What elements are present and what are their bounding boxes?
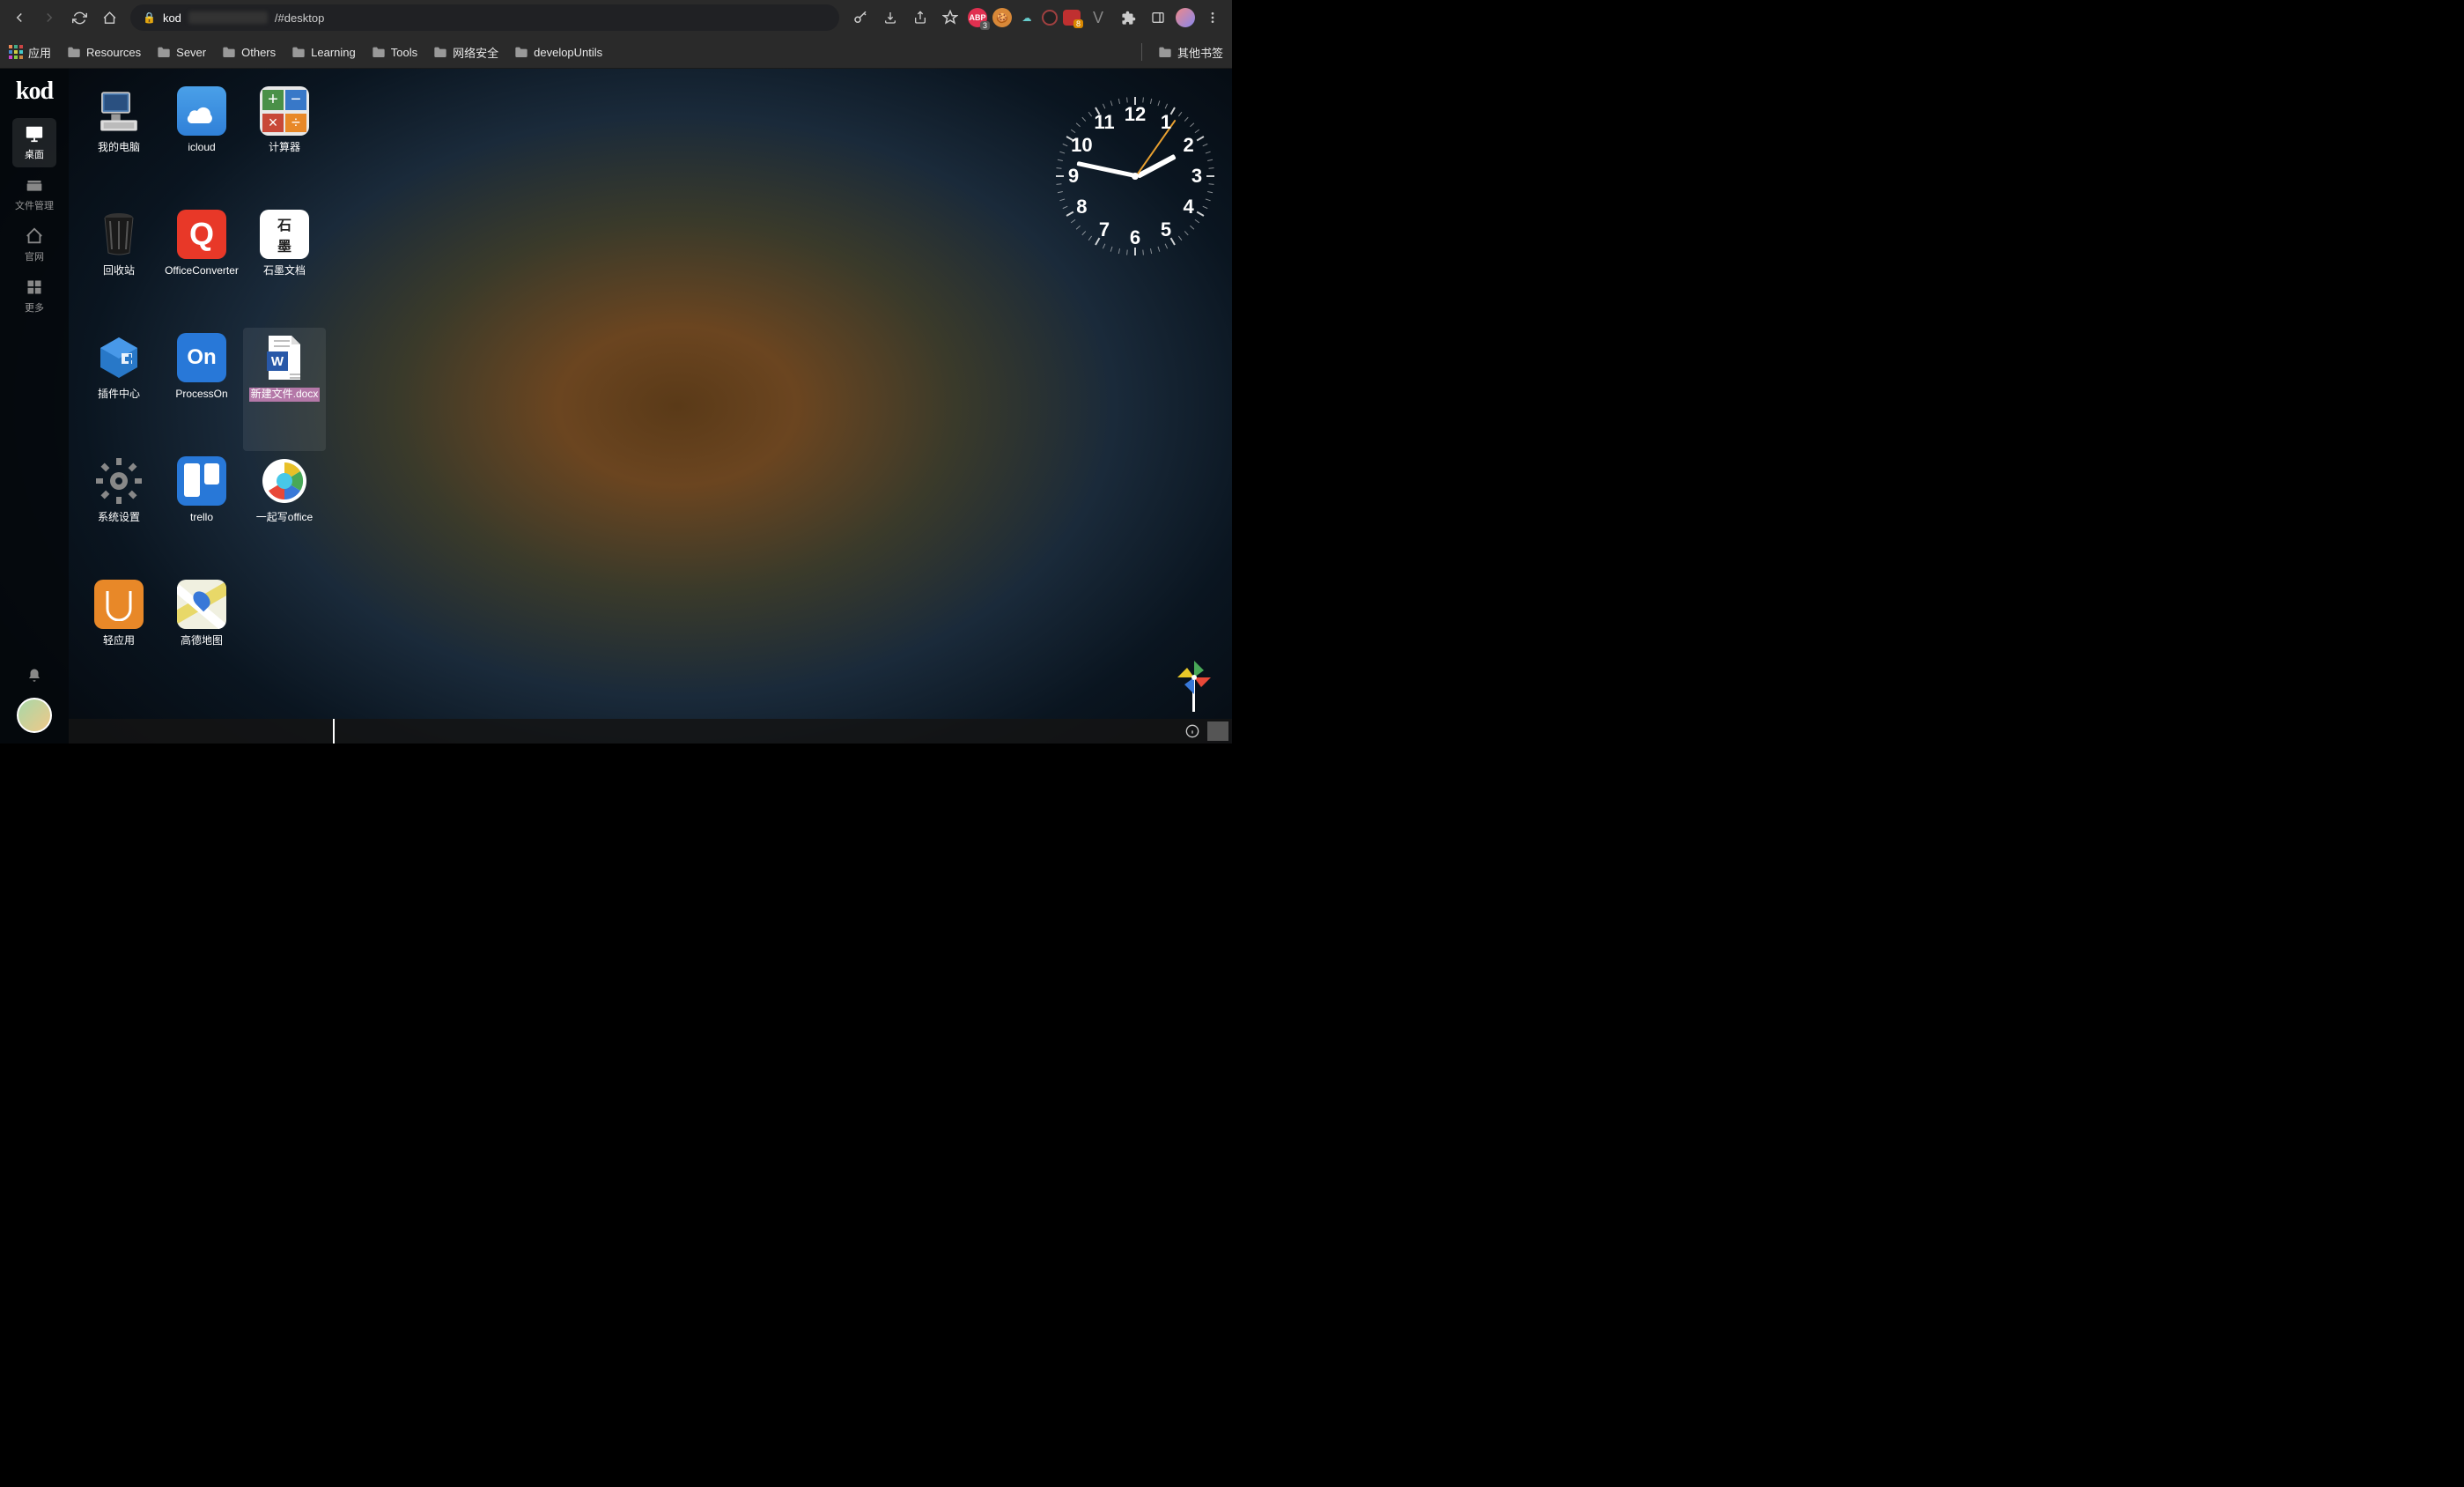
install-icon[interactable] [878, 5, 903, 30]
address-bar[interactable]: 🔒 kod /#desktop [130, 4, 839, 31]
kod-logo[interactable]: kod [16, 78, 53, 106]
icon-shimo[interactable]: 石墨石墨文档 [243, 204, 326, 328]
minute-hand [1077, 161, 1139, 178]
ext-abp[interactable]: ABP3 [968, 8, 987, 27]
url-path: /#desktop [275, 11, 324, 25]
sidebar-more[interactable]: 更多 [12, 271, 56, 321]
user-avatar[interactable] [17, 698, 52, 733]
icon-new-docx[interactable]: W新建文件.docx [243, 328, 326, 451]
ext-cookie[interactable]: 🍪 [992, 8, 1012, 27]
bm-tools[interactable]: Tools [372, 46, 417, 59]
menu-icon[interactable] [1200, 5, 1225, 30]
forward-button[interactable] [37, 5, 62, 30]
desktop-area[interactable]: kod 桌面 文件管理 官网 更多 我的电脑 icloud +−×÷计算器 回收… [0, 69, 1232, 744]
home-button[interactable] [97, 5, 122, 30]
sidebar-desktop[interactable]: 桌面 [12, 118, 56, 167]
desktop-taskbar [69, 719, 1232, 744]
icon-plugin-center[interactable]: 插件中心 [77, 328, 160, 451]
icon-my-computer[interactable]: 我的电脑 [77, 81, 160, 204]
ext-circle[interactable] [1042, 10, 1058, 26]
folder-stack-icon [25, 175, 44, 195]
icon-amap[interactable]: 高德地图 [160, 574, 243, 698]
bm-learning[interactable]: Learning [291, 46, 356, 59]
reload-button[interactable] [67, 5, 92, 30]
icon-lightapp[interactable]: 轻应用 [77, 574, 160, 698]
analog-clock-widget[interactable]: 121234567891011 [1056, 97, 1214, 255]
icon-office-converter[interactable]: QOfficeConverter [160, 204, 243, 328]
other-bookmarks[interactable]: 其他书签 [1158, 44, 1223, 61]
grid-icon [25, 277, 44, 297]
bm-develop[interactable]: developUntils [514, 46, 602, 59]
bookmarks-bar: 应用 Resources Sever Others Learning Tools… [0, 35, 1232, 69]
app-sidebar: kod 桌面 文件管理 官网 更多 [0, 69, 69, 744]
browser-chrome: 🔒 kod /#desktop ABP3 🍪 ☁ 8 V 应用 Resource… [0, 0, 1232, 69]
clock-center [1132, 173, 1139, 180]
sidebar-files[interactable]: 文件管理 [12, 169, 56, 218]
url-blurred [188, 11, 268, 24]
pinwheel-decoration[interactable] [1174, 657, 1214, 712]
monitor-icon [25, 124, 44, 144]
desktop-icons-grid: 我的电脑 icloud +−×÷计算器 回收站 QOfficeConverter… [77, 81, 326, 698]
profile-avatar[interactable] [1176, 8, 1195, 27]
star-icon[interactable] [938, 5, 963, 30]
svg-text:W: W [271, 354, 284, 369]
bm-resources[interactable]: Resources [67, 46, 141, 59]
icon-yiqixie[interactable]: 一起写office [243, 451, 326, 574]
apps-grid-icon [9, 45, 23, 59]
icon-calculator[interactable]: +−×÷计算器 [243, 81, 326, 204]
bm-others[interactable]: Others [222, 46, 276, 59]
info-icon[interactable] [1181, 721, 1204, 741]
icon-processon[interactable]: OnProcessOn [160, 328, 243, 451]
icon-recycle-bin[interactable]: 回收站 [77, 204, 160, 328]
ext-cloud[interactable]: ☁ [1017, 8, 1037, 27]
lock-icon: 🔒 [143, 11, 156, 24]
extensions-icon[interactable] [1116, 5, 1140, 30]
back-button[interactable] [7, 5, 32, 30]
icon-icloud[interactable]: icloud [160, 81, 243, 204]
notifications-icon[interactable] [26, 668, 42, 684]
bm-security[interactable]: 网络安全 [433, 44, 498, 61]
apps-shortcut[interactable]: 应用 [9, 44, 51, 61]
home-icon [25, 226, 44, 246]
taskbar-separator [333, 719, 335, 744]
icon-settings[interactable]: 系统设置 [77, 451, 160, 574]
icon-trello[interactable]: trello [160, 451, 243, 574]
sidepanel-icon[interactable] [1146, 5, 1170, 30]
show-desktop[interactable] [1207, 721, 1228, 741]
ext-red[interactable]: 8 [1063, 10, 1081, 26]
key-icon[interactable] [848, 5, 873, 30]
bm-sever[interactable]: Sever [157, 46, 206, 59]
browser-toolbar: 🔒 kod /#desktop ABP3 🍪 ☁ 8 V [0, 0, 1232, 35]
share-icon[interactable] [908, 5, 933, 30]
ext-vue[interactable]: V [1086, 5, 1110, 30]
sidebar-website[interactable]: 官网 [12, 220, 56, 270]
url-host: kod [163, 11, 181, 25]
